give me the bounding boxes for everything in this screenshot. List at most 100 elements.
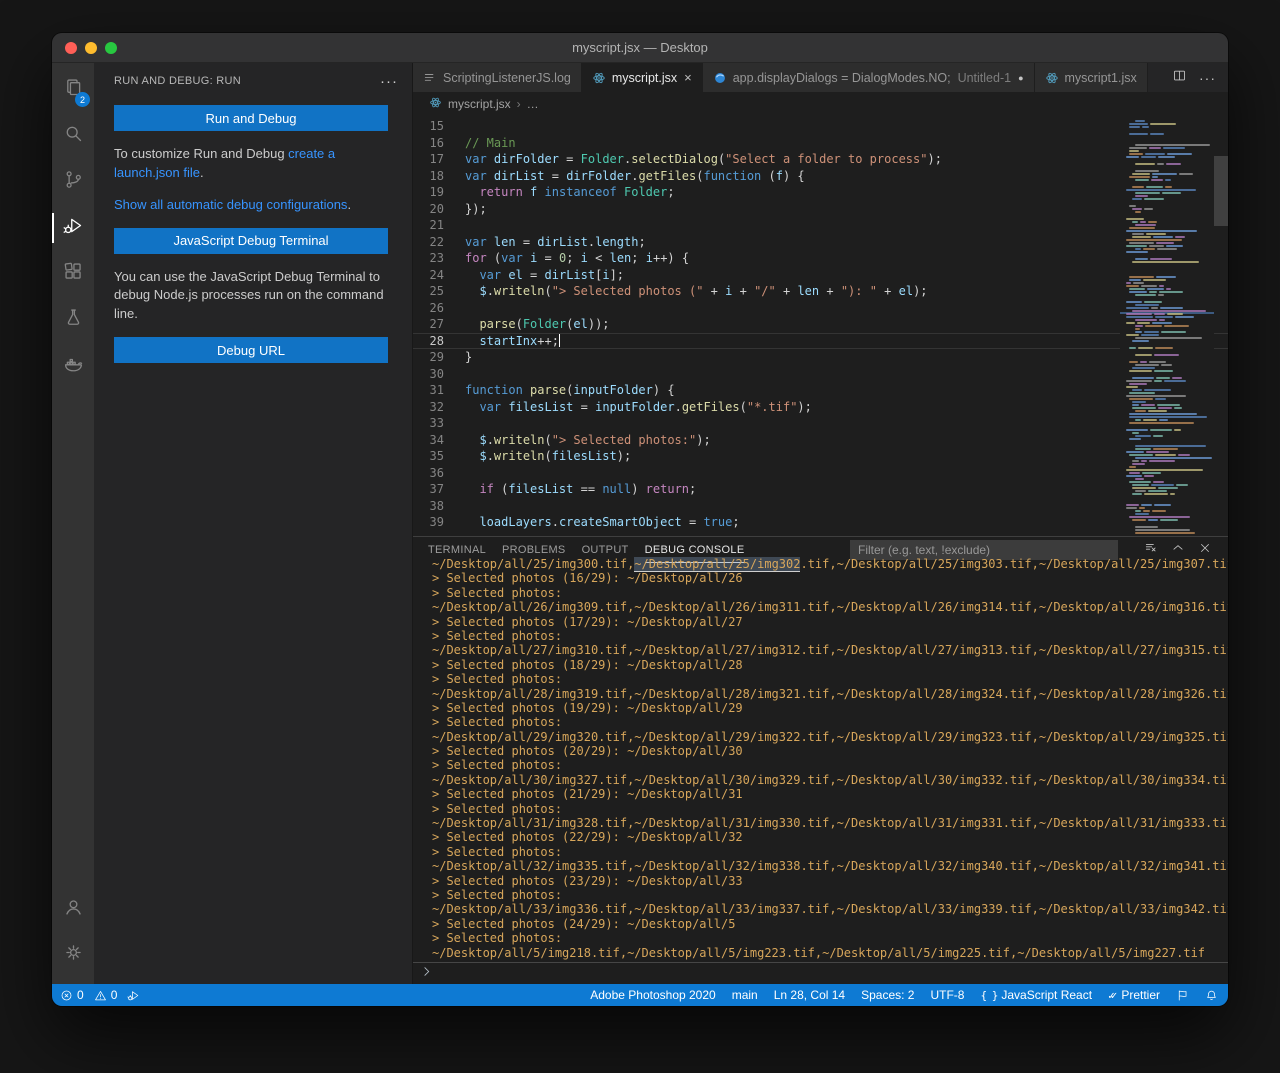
breadcrumb-more[interactable]: … [527, 97, 539, 111]
status-debug-small[interactable] [127, 989, 140, 1002]
line-text: } [465, 349, 472, 366]
status-error[interactable]: 0 [60, 988, 84, 1002]
window-title: myscript.jsx — Desktop [52, 40, 1228, 55]
zoom-window-button[interactable] [105, 42, 117, 54]
source-control-icon [63, 169, 84, 195]
line-number: 37 [413, 481, 444, 498]
status-utf-8[interactable]: UTF-8 [930, 988, 964, 1002]
minimize-window-button[interactable] [85, 42, 97, 54]
react-icon [1045, 71, 1065, 85]
code-line: 19 return f instanceof Folder; [413, 184, 1228, 201]
console-line: > Selected photos (23/29): ~/Desktop/all… [432, 874, 1228, 888]
terminal-hint: You can use the JavaScript Debug Termina… [114, 268, 388, 325]
activity-item-account[interactable] [52, 886, 94, 932]
activity-item-source-control[interactable] [52, 159, 94, 205]
code-line: 33 [413, 415, 1228, 432]
activity-item-search[interactable] [52, 113, 94, 159]
line-text: $.writeln("> Selected photos (" + i + "/… [465, 283, 928, 300]
debug-console-output[interactable]: ~/Desktop/all/25/img300.tif,~/Desktop/al… [413, 557, 1228, 962]
debug-small-icon [127, 989, 140, 1002]
status-adobe-photoshop-2020[interactable]: Adobe Photoshop 2020 [590, 988, 715, 1002]
status-text: Ln 28, Col 14 [774, 988, 845, 1002]
text-cursor [559, 334, 561, 347]
status-warning[interactable]: 0 [94, 988, 118, 1002]
debug-url-button[interactable]: Debug URL [114, 337, 388, 363]
editor-tab[interactable]: myscript.jsx × [582, 63, 703, 92]
line-number: 39 [413, 514, 444, 531]
editor-tab[interactable]: app.displayDialogs = DialogModes.NO;Unti… [703, 63, 1035, 92]
editor-scrollbar[interactable] [1214, 156, 1228, 226]
activity-item-extensions[interactable] [52, 251, 94, 297]
line-text: var el = dirList[i]; [465, 267, 624, 284]
console-line: > Selected photos (20/29): ~/Desktop/all… [432, 744, 1228, 758]
status-spaces-2[interactable]: Spaces: 2 [861, 988, 914, 1002]
editor-more-actions-icon[interactable]: ··· [1199, 70, 1216, 86]
code-line: 29} [413, 349, 1228, 366]
status-feedback[interactable] [1176, 989, 1189, 1002]
status-braces[interactable]: { }JavaScript React [980, 988, 1092, 1002]
line-text: for (var i = 0; i < len; i++) { [465, 250, 689, 267]
sidebar-title: RUN AND DEBUG: RUN [114, 75, 380, 87]
code-line: 35 $.writeln(filesList); [413, 448, 1228, 465]
tab-close-icon[interactable]: × [684, 70, 692, 85]
code-line: 25 $.writeln("> Selected photos (" + i +… [413, 283, 1228, 300]
code-line: 30 [413, 366, 1228, 383]
editor-tab[interactable]: ScriptingListenerJS.log [413, 63, 582, 92]
console-line: ~/Desktop/all/33/img336.tif,~/Desktop/al… [432, 902, 1228, 916]
activity-item-files[interactable]: 2 [52, 67, 94, 113]
code-line: 21 [413, 217, 1228, 234]
sidebar-more-actions-icon[interactable]: ··· [380, 73, 398, 90]
breadcrumb-separator: › [517, 97, 521, 111]
console-line: > Selected photos: [432, 931, 1228, 945]
code-line: 39 loadLayers.createSmartObject = true; [413, 514, 1228, 531]
console-line: > Selected photos: [432, 715, 1228, 729]
line-text: if (filesList == null) return; [465, 481, 696, 498]
close-window-button[interactable] [65, 42, 77, 54]
braces-icon: { } [980, 989, 997, 1002]
split-editor-icon[interactable] [1172, 68, 1187, 88]
show-debug-configurations-link[interactable]: Show all automatic debug configurations [114, 197, 347, 212]
console-line: > Selected photos (21/29): ~/Desktop/all… [432, 787, 1228, 801]
workbench: 2 RUN AND DEBUG: RUN ··· Run and Debug T… [52, 63, 1228, 984]
code-line: 15 [413, 118, 1228, 135]
console-line: > Selected photos (16/29): ~/Desktop/all… [432, 571, 1228, 585]
code-editor[interactable]: 1516// Main17var dirFolder = Folder.sele… [413, 116, 1228, 536]
code-line: 26 [413, 300, 1228, 317]
testing-icon [63, 307, 84, 333]
console-line: > Selected photos: [432, 802, 1228, 816]
activity-item-testing[interactable] [52, 297, 94, 343]
line-text: parse(Folder(el)); [465, 316, 610, 333]
status-ln-28-col-14[interactable]: Ln 28, Col 14 [774, 988, 845, 1002]
line-text: var filesList = inputFolder.getFiles("*.… [465, 399, 812, 416]
status-bar: 00 Adobe Photoshop 2020 main Ln 28, Col 14… [52, 984, 1228, 1006]
debug-console-input[interactable] [413, 962, 1228, 984]
tab-label: myscript1.jsx [1065, 71, 1137, 85]
console-line: > Selected photos (17/29): ~/Desktop/all… [432, 615, 1228, 629]
code-line: 22var len = dirList.length; [413, 234, 1228, 251]
breadcrumb-file[interactable]: myscript.jsx [448, 97, 511, 111]
editor-area: ScriptingListenerJS.log myscript.jsx × app.… [413, 63, 1228, 984]
run-and-debug-button[interactable]: Run and Debug [114, 105, 388, 131]
editor-tab[interactable]: myscript1.jsx [1035, 63, 1148, 92]
javascript-debug-terminal-button[interactable]: JavaScript Debug Terminal [114, 228, 388, 254]
line-text: $.writeln("> Selected photos:"); [465, 432, 711, 449]
console-line: ~/Desktop/all/5/img218.tif,~/Desktop/all… [432, 946, 1228, 960]
line-number: 27 [413, 316, 444, 333]
line-text: var dirList = dirFolder.getFiles(functio… [465, 168, 805, 185]
minimap[interactable] [1120, 116, 1214, 536]
console-line: ~/Desktop/all/26/img309.tif,~/Desktop/al… [432, 600, 1228, 614]
line-text: // Main [465, 135, 516, 152]
status-doublecheck[interactable]: ✓✓Prettier [1108, 988, 1160, 1002]
status-main[interactable]: main [732, 988, 758, 1002]
console-line: ~/Desktop/all/28/img319.tif,~/Desktop/al… [432, 687, 1228, 701]
activity-item-debug[interactable] [52, 205, 94, 251]
breadcrumb: myscript.jsx › … [413, 92, 1228, 116]
tab-label: myscript.jsx [612, 71, 677, 85]
code-line: 37 if (filesList == null) return; [413, 481, 1228, 498]
activity-item-docker[interactable] [52, 343, 94, 389]
console-line: > Selected photos: [432, 845, 1228, 859]
status-bell[interactable] [1205, 989, 1218, 1002]
activity-item-settings[interactable] [52, 932, 94, 978]
status-text: 0 [77, 988, 84, 1002]
line-number: 18 [413, 168, 444, 185]
